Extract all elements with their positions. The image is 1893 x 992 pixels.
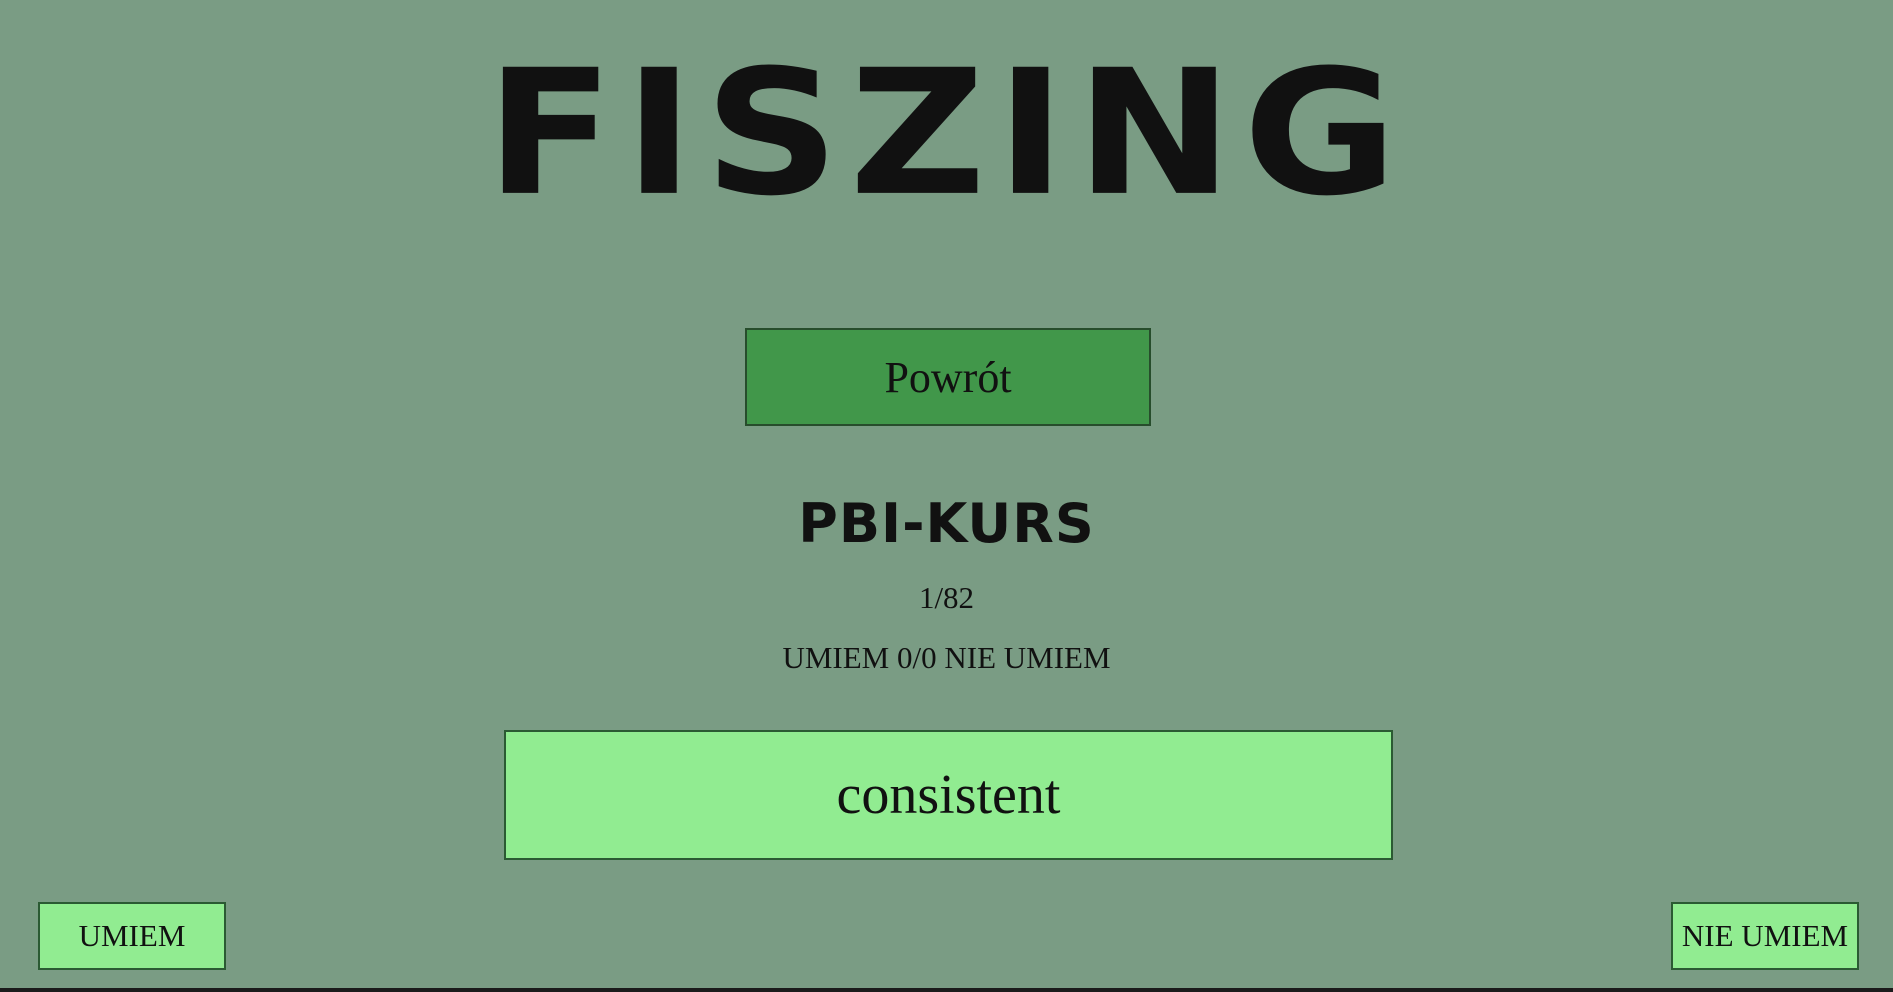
bottom-divider xyxy=(0,988,1893,992)
flashcard[interactable]: consistent xyxy=(504,730,1393,860)
course-title: PBI-KURS xyxy=(798,492,1095,555)
card-progress: 1/82 xyxy=(918,580,975,615)
know-button[interactable]: UMIEM xyxy=(38,902,226,970)
app-logo: FISZING xyxy=(485,32,1408,235)
back-button[interactable]: Powrót xyxy=(745,328,1151,426)
score-summary: UMIEM 0/0 NIE UMIEM xyxy=(782,640,1111,675)
dont-know-button[interactable]: NIE UMIEM xyxy=(1671,902,1859,970)
flashcard-word: consistent xyxy=(836,764,1061,826)
